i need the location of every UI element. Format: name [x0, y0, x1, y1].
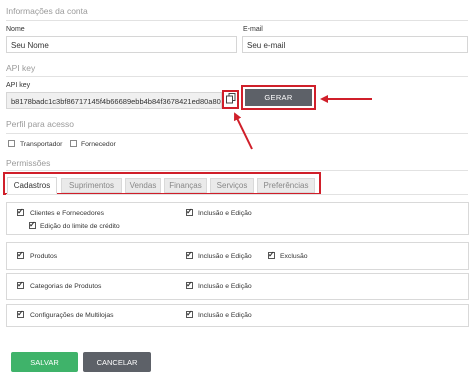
- email-field[interactable]: Seu e-mail: [242, 36, 468, 53]
- access-section-title: Perfil para acesso: [6, 119, 75, 129]
- generate-highlight: GERAR: [241, 85, 316, 110]
- limite-credito-checkbox[interactable]: [29, 220, 36, 229]
- produtos-exclusao-checkbox[interactable]: [268, 250, 275, 259]
- tab-vendas[interactable]: Vendas: [125, 178, 161, 193]
- generate-button[interactable]: GERAR: [245, 89, 312, 106]
- tab-suprimentos[interactable]: Suprimentos: [61, 178, 122, 193]
- produtos-label: Produtos: [30, 253, 58, 260]
- multilojas-inclusao-label: Inclusão e Edição: [198, 312, 252, 319]
- categorias-inclusao-checkbox[interactable]: [186, 280, 193, 289]
- tab-cadastros[interactable]: Cadastros: [7, 177, 57, 194]
- categorias-label: Categorias de Produtos: [30, 283, 102, 290]
- tab-financas[interactable]: Finanças: [164, 178, 207, 193]
- fornecedor-checkbox[interactable]: [70, 140, 77, 147]
- copy-icon: [225, 91, 236, 109]
- permissions-section-title: Permissões: [6, 158, 51, 168]
- tab-servicos[interactable]: Serviços: [210, 178, 254, 193]
- transportador-label: Transportador: [20, 141, 63, 148]
- tab-preferencias[interactable]: Preferências: [257, 178, 315, 193]
- categorias-inclusao-label: Inclusão e Edição: [198, 283, 252, 290]
- name-field[interactable]: Seu Nome: [6, 36, 237, 53]
- clientes-inclusao-label: Inclusão e Edição: [198, 210, 252, 217]
- account-section-title: Informações da conta: [6, 6, 88, 16]
- produtos-inclusao-label: Inclusão e Edição: [198, 253, 252, 260]
- copy-button[interactable]: [222, 90, 239, 109]
- api-section-title: API key: [6, 63, 36, 73]
- categorias-checkbox[interactable]: [17, 280, 24, 289]
- api-key-field[interactable]: b8178badc1c3bf86717145f4b66689ebb4b84f36…: [6, 92, 222, 109]
- api-key-label: API key: [6, 82, 31, 89]
- divider: [6, 20, 468, 21]
- multilojas-inclusao-checkbox[interactable]: [186, 309, 193, 318]
- transportador-checkbox[interactable]: [8, 140, 15, 147]
- save-button[interactable]: SALVAR: [11, 352, 78, 372]
- produtos-exclusao-label: Exclusão: [280, 253, 308, 260]
- clientes-inclusao-checkbox[interactable]: [186, 207, 193, 216]
- multilojas-checkbox[interactable]: [17, 309, 24, 318]
- divider: [6, 170, 468, 171]
- clientes-checkbox[interactable]: [17, 207, 24, 216]
- name-label: Nome: [6, 26, 25, 33]
- permission-group-clientes: [6, 202, 469, 235]
- email-label: E-mail: [243, 26, 263, 33]
- produtos-checkbox[interactable]: [17, 250, 24, 259]
- fornecedor-label: Fornecedor: [81, 141, 116, 148]
- limite-credito-label: Edição do limite de crédito: [40, 223, 120, 230]
- clientes-label: Clientes e Fornecedores: [30, 210, 105, 217]
- arrow-to-copy: [234, 112, 253, 150]
- multilojas-label: Configurações de Multilojas: [30, 312, 114, 319]
- divider: [6, 133, 468, 134]
- produtos-inclusao-checkbox[interactable]: [186, 250, 193, 259]
- tabs-baseline: [6, 194, 468, 195]
- divider: [6, 76, 468, 77]
- cancel-button[interactable]: CANCELAR: [83, 352, 151, 372]
